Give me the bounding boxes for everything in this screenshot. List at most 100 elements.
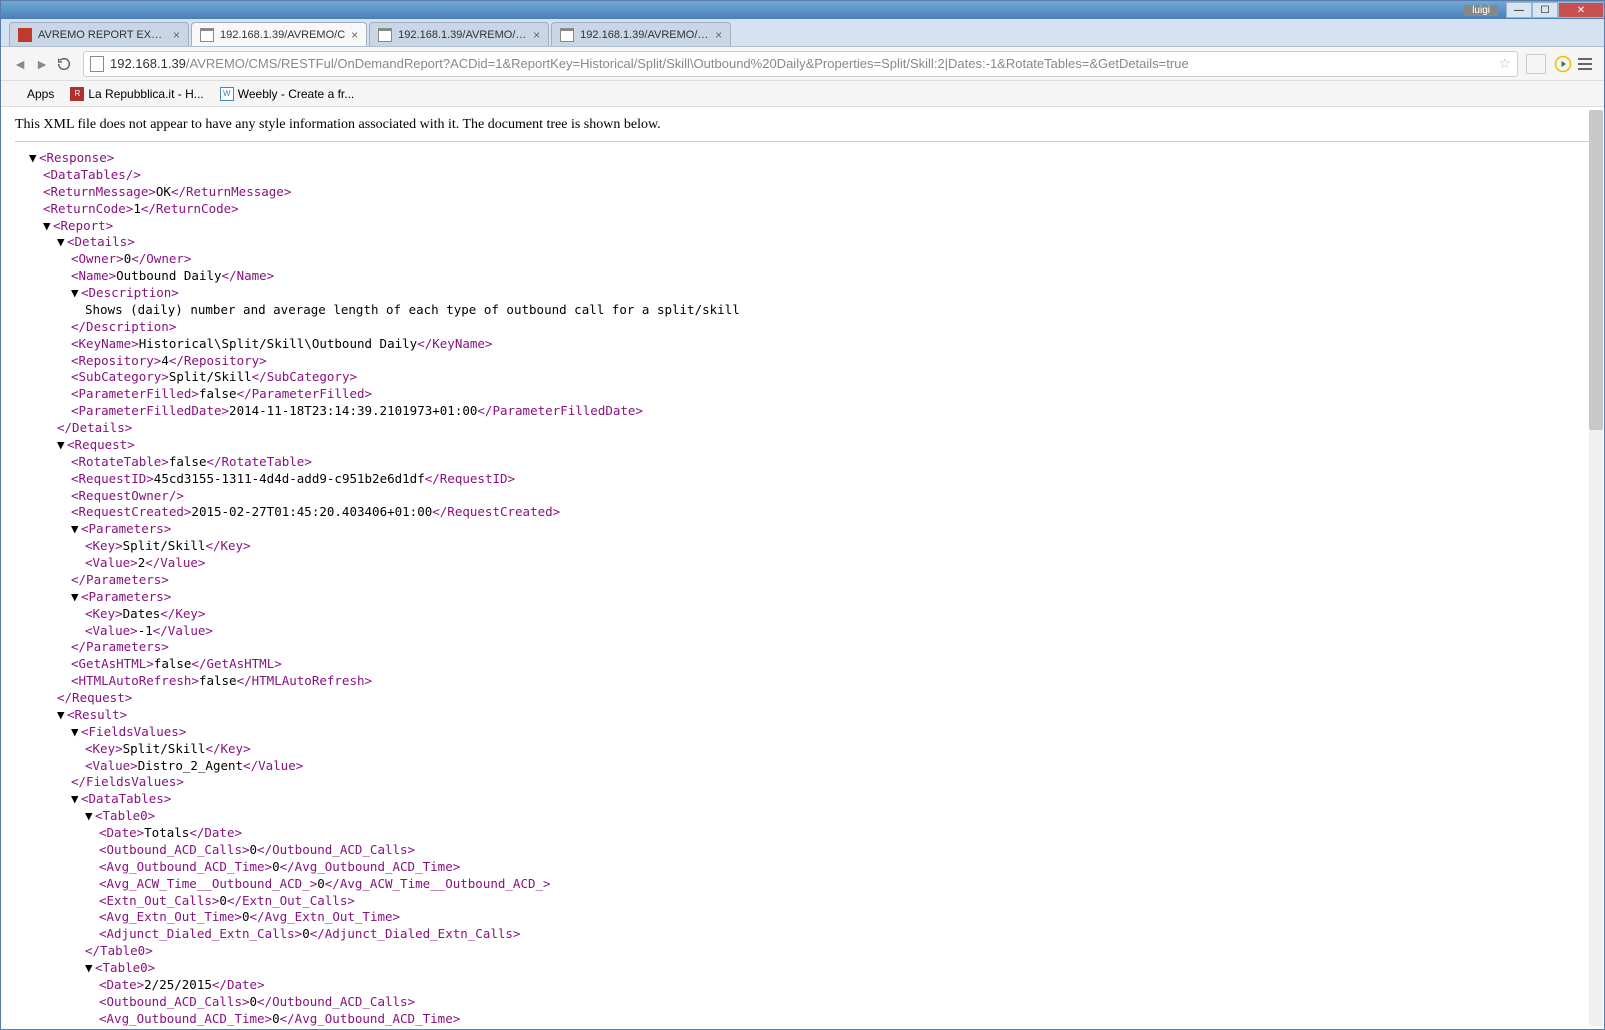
bookmark-label: La Repubblica.it - H...: [88, 87, 203, 101]
toggle-icon[interactable]: ▼: [29, 150, 39, 167]
xml-node: </FieldsValues>: [15, 774, 1590, 791]
bookmark-label: Weebly - Create a fr...: [238, 87, 355, 101]
toggle-icon[interactable]: ▼: [57, 437, 67, 454]
xml-node: ▼<Report>: [15, 218, 1590, 235]
bookmark-label: Apps: [27, 87, 54, 101]
tab-label: 192.168.1.39/AVREMO/CM: [398, 29, 527, 41]
xml-node: <HTMLAutoRefresh>false</HTMLAutoRefresh>: [15, 673, 1590, 690]
scrollbar-thumb[interactable]: [1589, 110, 1603, 430]
apps-bookmark[interactable]: Apps: [9, 87, 54, 101]
forward-button[interactable]: ►: [31, 53, 53, 75]
address-bar: ◄ ► 192.168.1.39 /AVREMO/CMS/RESTFul/OnD…: [1, 47, 1604, 81]
close-button[interactable]: ✕: [1558, 2, 1604, 18]
toggle-icon[interactable]: ▼: [71, 724, 81, 741]
xml-node: </Parameters>: [15, 639, 1590, 656]
toggle-icon[interactable]: ▼: [43, 218, 53, 235]
xml-node: <Avg_Outbound_ACD_Time>0</Avg_Outbound_A…: [15, 859, 1590, 876]
favicon-icon: [200, 28, 214, 42]
tab-close-icon[interactable]: ×: [351, 28, 358, 42]
xml-node: <Value>-1</Value>: [15, 623, 1590, 640]
menu-button[interactable]: [1574, 58, 1596, 70]
browser-tab-1[interactable]: 192.168.1.39/AVREMO/C ×: [191, 22, 367, 46]
xml-node: ▼<Result>: [15, 707, 1590, 724]
toggle-icon[interactable]: ▼: [85, 808, 95, 825]
maximize-button[interactable]: ☐: [1532, 2, 1558, 18]
reader-mode-button[interactable]: [1526, 54, 1546, 74]
xml-node: <Adjunct_Dialed_Extn_Calls>0</Adjunct_Di…: [15, 926, 1590, 943]
toggle-icon[interactable]: ▼: [71, 589, 81, 606]
tab-close-icon[interactable]: ×: [715, 28, 722, 42]
bookmarks-bar: Apps R La Repubblica.it - H... W Weebly …: [1, 81, 1604, 107]
vertical-scrollbar[interactable]: [1589, 110, 1603, 1026]
xml-node: <KeyName>Historical\Split/Skill\Outbound…: [15, 336, 1590, 353]
xml-text: Shows (daily) number and average length …: [15, 302, 1590, 319]
repubblica-bookmark[interactable]: R La Repubblica.it - H...: [70, 87, 203, 101]
xml-node: <Avg_ACW_Time__Outbound_ACD_>0</Avg_ACW_…: [15, 876, 1590, 893]
xml-node: <ParameterFilledDate>2014-11-18T23:14:39…: [15, 403, 1590, 420]
xml-node: <RequestCreated>2015-02-27T01:45:20.4034…: [15, 504, 1590, 521]
favicon-icon: [378, 28, 392, 42]
xml-node: <Avg_ACW_Time__Outbound_ACD_>0</Avg_ACW_…: [15, 1028, 1590, 1030]
page-icon: [90, 56, 104, 72]
weebly-bookmark[interactable]: W Weebly - Create a fr...: [220, 87, 355, 101]
window-titlebar: luigi — ☐ ✕: [1, 1, 1604, 19]
favicon-icon: [18, 28, 32, 42]
bookmark-star-icon[interactable]: ☆: [1498, 55, 1511, 72]
xml-node: <GetAsHTML>false</GetAsHTML>: [15, 656, 1590, 673]
browser-tab-3[interactable]: 192.168.1.39/AVREMO/CM ×: [551, 22, 731, 46]
xml-node: <Date>2/25/2015</Date>: [15, 977, 1590, 994]
toggle-icon[interactable]: ▼: [71, 521, 81, 538]
tab-label: 192.168.1.39/AVREMO/C: [220, 29, 345, 41]
tab-close-icon[interactable]: ×: [533, 28, 540, 42]
xml-node: <Date>Totals</Date>: [15, 825, 1590, 842]
toggle-icon[interactable]: ▼: [71, 791, 81, 808]
xml-node: <Avg_Outbound_ACD_Time>0</Avg_Outbound_A…: [15, 1011, 1590, 1028]
xml-node: ▼<Table0>: [15, 808, 1590, 825]
xml-node: <Outbound_ACD_Calls>0</Outbound_ACD_Call…: [15, 842, 1590, 859]
browser-tab-2[interactable]: 192.168.1.39/AVREMO/CM ×: [369, 22, 549, 46]
xml-node: <Extn_Out_Calls>0</Extn_Out_Calls>: [15, 893, 1590, 910]
toggle-icon[interactable]: ▼: [57, 707, 67, 724]
page-content: This XML file does not appear to have an…: [1, 107, 1604, 1029]
xml-node: <Avg_Extn_Out_Time>0</Avg_Extn_Out_Time>: [15, 909, 1590, 926]
xml-node: <Value>Distro_2_Agent</Value>: [15, 758, 1590, 775]
xml-node: </Details>: [15, 420, 1590, 437]
xml-node: <Key>Split/Skill</Key>: [15, 741, 1590, 758]
url-input[interactable]: 192.168.1.39 /AVREMO/CMS/RESTFul/OnDeman…: [83, 51, 1518, 77]
xml-node: ▼<Description>: [15, 285, 1590, 302]
apps-icon: [9, 87, 23, 101]
reload-button[interactable]: [53, 53, 75, 75]
back-button[interactable]: ◄: [9, 53, 31, 75]
url-host: 192.168.1.39: [110, 56, 186, 71]
minimize-button[interactable]: —: [1506, 2, 1532, 18]
xml-node: <Value>2</Value>: [15, 555, 1590, 572]
tab-close-icon[interactable]: ×: [173, 28, 180, 42]
xml-node: <ParameterFilled>false</ParameterFilled>: [15, 386, 1590, 403]
browser-window: luigi — ☐ ✕ AVREMO REPORT EXPLO × 192.16…: [0, 0, 1605, 1030]
xml-node: <Key>Split/Skill</Key>: [15, 538, 1590, 555]
play-circle-icon: [1554, 55, 1572, 73]
xml-node: <Owner>0</Owner>: [15, 251, 1590, 268]
reload-icon: [56, 56, 72, 72]
hamburger-icon: [1578, 58, 1592, 60]
user-badge[interactable]: luigi: [1464, 5, 1498, 16]
toggle-icon[interactable]: ▼: [71, 285, 81, 302]
xml-node: ▼<Details>: [15, 234, 1590, 251]
xml-node: <RequestID>45cd3155-1311-4d4d-add9-c951b…: [15, 471, 1590, 488]
tab-strip: AVREMO REPORT EXPLO × 192.168.1.39/AVREM…: [1, 19, 1604, 47]
xml-node: ▼<Table0>: [15, 960, 1590, 977]
xml-node: </Description>: [15, 319, 1590, 336]
extension-button[interactable]: [1552, 53, 1574, 75]
xml-node: <Outbound_ACD_Calls>0</Outbound_ACD_Call…: [15, 994, 1590, 1011]
xml-node: <RotateTable>false</RotateTable>: [15, 454, 1590, 471]
xml-node: <ReturnMessage>OK</ReturnMessage>: [15, 184, 1590, 201]
tab-label: AVREMO REPORT EXPLO: [38, 29, 167, 41]
xml-node: <Repository>4</Repository>: [15, 353, 1590, 370]
xml-node: <SubCategory>Split/Skill</SubCategory>: [15, 369, 1590, 386]
toggle-icon[interactable]: ▼: [85, 960, 95, 977]
xml-node: ▼<Response>: [15, 150, 1590, 167]
repubblica-icon: R: [70, 87, 84, 101]
toggle-icon[interactable]: ▼: [57, 234, 67, 251]
xml-node: </Parameters>: [15, 572, 1590, 589]
browser-tab-0[interactable]: AVREMO REPORT EXPLO ×: [9, 22, 189, 46]
